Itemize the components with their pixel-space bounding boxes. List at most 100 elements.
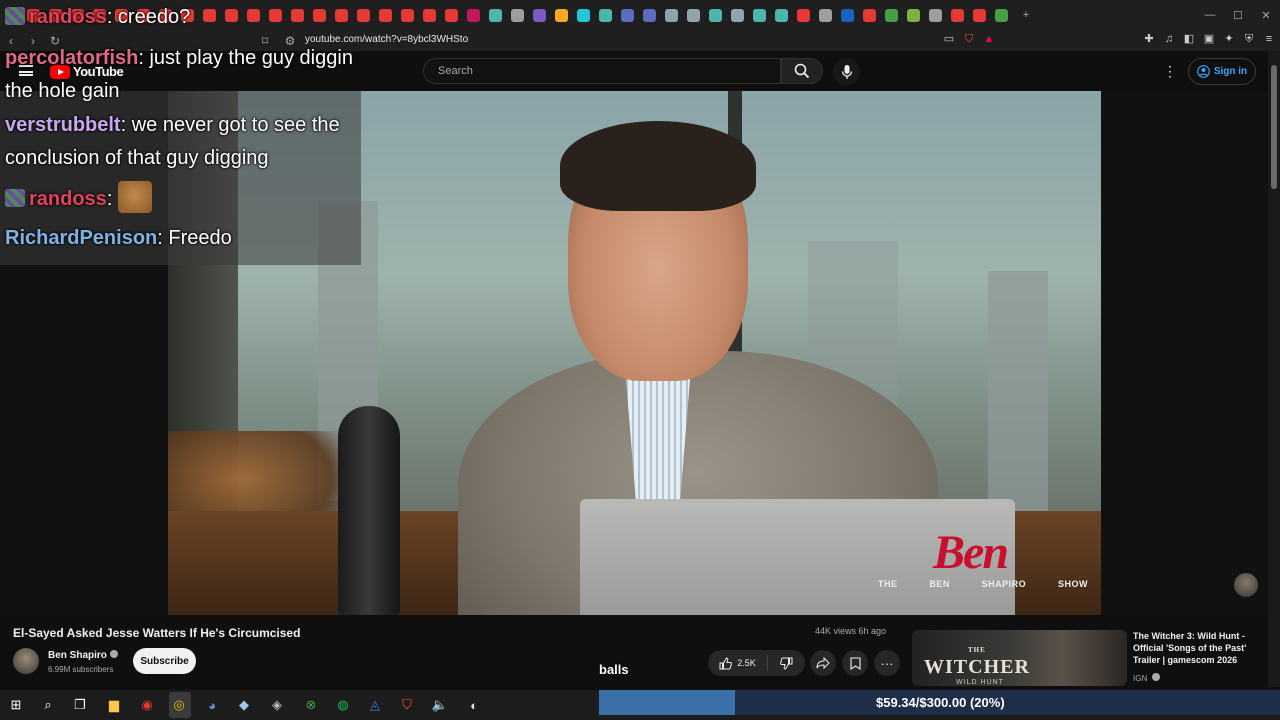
chat-username[interactable]: randoss [29,6,107,28]
browser-tab-favicon-icon[interactable] [775,8,788,22]
browser-tab-favicon-icon[interactable] [753,8,766,22]
wallet-icon[interactable]: ▣ [1202,32,1216,46]
chat-username[interactable]: verstrubbelt [5,114,121,136]
browser-tab-favicon-icon[interactable] [687,8,700,22]
search-input[interactable]: Search [423,58,781,84]
recommended-title[interactable]: The Witcher 3: Wild Hunt - Official 'Son… [1133,630,1263,666]
browser-tab-favicon-icon[interactable] [841,8,854,22]
browser-tab-favicon-icon[interactable] [973,8,986,22]
browser-tab-favicon-icon[interactable] [379,8,392,22]
voice-search-button[interactable] [833,58,860,85]
browser-tab-favicon-icon[interactable] [445,8,458,22]
recommended-thumbnail[interactable]: THE WITCHER WILD HUNT [912,630,1127,686]
chat-message-text: : [106,188,118,210]
discord-icon[interactable]: ◕ [203,696,221,714]
microphone-icon [841,64,852,79]
app-icon[interactable]: ◐ [465,696,483,714]
new-tab-icon[interactable]: + [1012,9,1040,21]
browser-tab-favicon-icon[interactable] [489,8,502,22]
chrome-icon[interactable]: ◎ [170,696,188,714]
search-button[interactable] [781,58,823,84]
page-scrollbar[interactable] [1268,51,1280,687]
spotify-icon[interactable]: ◍ [334,696,352,714]
browser-tab-favicon-icon[interactable] [797,8,810,22]
browser-tab-favicon-icon[interactable] [555,8,568,22]
browser-tab-favicon-icon[interactable] [599,8,612,22]
close-icon[interactable]: ✕ [1252,9,1280,22]
scrollbar-thumb[interactable] [1271,65,1277,189]
chat-username[interactable]: RichardPenison [5,227,157,249]
app-icon[interactable]: ◈ [268,696,286,714]
bookmark-save-icon [849,656,861,670]
task-view-icon[interactable]: ❐ [71,696,89,714]
more-horizontal-icon: ··· [880,655,894,671]
menu-icon[interactable]: ≡ [1262,32,1276,46]
toolbar-icons: ▭ ⛉ ▲ ✚ ♫ ◧ ▣ ✦ ⛨ ≡ [942,32,1276,46]
browser-tab-favicon-icon[interactable] [929,8,942,22]
settings-more-icon[interactable]: ⋮ [1163,63,1177,80]
video-title: El-Sayed Asked Jesse Watters If He's Cir… [13,626,301,640]
like-button[interactable]: 2.5K [708,655,768,671]
browser-tab-favicon-icon[interactable] [951,8,964,22]
windows-start-icon[interactable]: ⊞ [7,696,25,714]
recommended-channel[interactable]: IGN [1133,673,1161,683]
verified-icon [1152,673,1161,681]
file-explorer-icon[interactable]: ▆ [105,696,123,714]
chat-username[interactable]: percolatorfish [5,47,138,69]
subscribe-button[interactable]: Subscribe [133,648,196,674]
save-button[interactable] [842,650,868,676]
thumbs-down-icon [780,657,793,670]
show-logo-text: Ben [933,526,1009,579]
share-button[interactable] [810,650,836,676]
channel-avatar[interactable] [13,648,39,674]
brave-icon[interactable]: ⛉ [398,696,416,714]
background-building [988,271,1048,511]
browser-tab-favicon-icon[interactable] [467,8,480,22]
browser-tab-favicon-icon[interactable] [577,8,590,22]
xbox-icon[interactable]: ⊗ [302,696,320,714]
sign-in-button[interactable]: Sign in [1188,58,1256,85]
vpn-icon[interactable]: ⛨ [1242,32,1256,46]
browser-tab-favicon-icon[interactable] [423,8,436,22]
browser-tab-favicon-icon[interactable] [885,8,898,22]
browser-tab-favicon-icon[interactable] [863,8,876,22]
channel-name[interactable]: Ben Shapiro [48,650,118,661]
channel-watermark-avatar[interactable] [1234,573,1258,597]
sidebar-icon[interactable]: ◧ [1182,32,1196,46]
browser-tab-favicon-icon[interactable] [665,8,678,22]
browser-tab-favicon-icon[interactable] [709,8,722,22]
presenter-hair [560,121,756,211]
search-icon[interactable]: ⌕ [39,696,57,714]
chat-message-text: : creedo? [106,6,191,28]
app-icon[interactable]: ◉ [138,696,156,714]
maximize-icon[interactable]: ☐ [1224,9,1252,22]
donation-goal-bar: $59.34/$300.00 (20%) [599,690,1280,715]
video-info-section: El-Sayed Asked Jesse Watters If He's Cir… [0,615,1268,687]
browser-tab-favicon-icon[interactable] [731,8,744,22]
extensions-icon[interactable]: ✚ [1142,32,1156,46]
recommended-thumb-the: THE [968,646,986,654]
browser-tab-favicon-icon[interactable] [819,8,832,22]
volume-icon[interactable]: 🔈 [431,696,449,714]
minimize-icon[interactable]: — [1196,9,1224,21]
browser-tab-favicon-icon[interactable] [401,8,414,22]
more-actions-button[interactable]: ··· [874,650,900,676]
rewards-icon[interactable]: ▲ [982,32,996,46]
chat-username[interactable]: randoss [29,188,107,210]
sign-in-label: Sign in [1213,66,1248,77]
leo-icon[interactable]: ✦ [1222,32,1236,46]
show-logo-word: SHAPIRO [981,579,1027,589]
dislike-button[interactable] [768,657,805,670]
browser-tab-favicon-icon[interactable] [621,8,634,22]
browser-tab-favicon-icon[interactable] [995,8,1008,22]
media-icon[interactable]: ♫ [1162,32,1176,46]
search-icon [794,63,810,79]
cast-icon[interactable]: ▭ [942,32,956,46]
browser-tab-favicon-icon[interactable] [907,8,920,22]
brave-shield-icon[interactable]: ⛉ [962,32,976,46]
browser-tab-favicon-icon[interactable] [511,8,524,22]
steam-icon[interactable]: ◆ [235,696,253,714]
browser-tab-favicon-icon[interactable] [643,8,656,22]
app-icon[interactable]: ◬ [366,696,384,714]
browser-tab-favicon-icon[interactable] [533,8,546,22]
